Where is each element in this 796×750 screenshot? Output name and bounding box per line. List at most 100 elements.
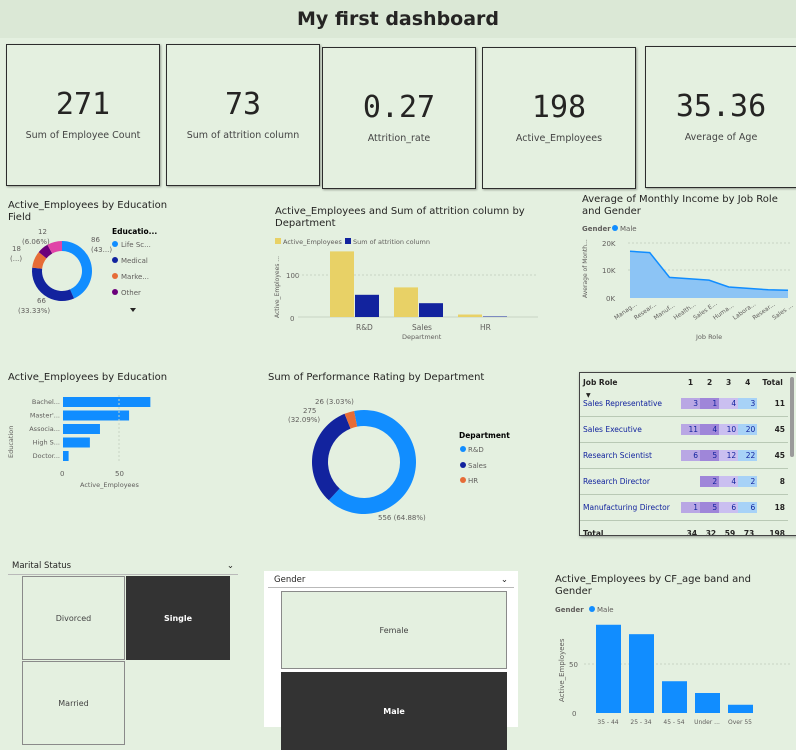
row-total[interactable]: 45 xyxy=(757,417,788,443)
donut-slices[interactable] xyxy=(32,241,92,301)
table-row[interactable]: Manufacturing Director156618 xyxy=(580,495,788,521)
column-header[interactable]: 4 xyxy=(738,373,757,391)
bar[interactable] xyxy=(419,303,443,317)
donut-slice[interactable] xyxy=(313,401,425,521)
chart-education-bars[interactable]: Education Bachel...Master'...Associa...H… xyxy=(4,392,174,492)
matrix-cell[interactable]: 20 xyxy=(738,417,757,443)
legend-item[interactable]: Life Sc... xyxy=(121,241,151,249)
matrix-cell[interactable]: 2 xyxy=(700,469,719,495)
kpi-card-attrition[interactable]: 73 Sum of attrition column xyxy=(166,44,320,186)
matrix-cell[interactable]: 11 xyxy=(681,417,700,443)
chart-monthly-income-area[interactable]: Gender Male Average of Month... 20K 10K … xyxy=(578,222,794,344)
matrix-cell[interactable]: 10 xyxy=(719,417,738,443)
row-total[interactable]: 198 xyxy=(757,521,788,537)
matrix-cell[interactable]: 6 xyxy=(681,443,700,469)
slicer-option-female[interactable]: Female xyxy=(281,591,507,669)
matrix-cell[interactable] xyxy=(681,469,700,495)
slicer-header[interactable]: Gender ⌄ xyxy=(268,573,514,588)
legend-item[interactable]: HR xyxy=(468,477,478,485)
bar[interactable] xyxy=(63,397,150,407)
row-total[interactable]: 8 xyxy=(757,469,788,495)
matrix-cell[interactable]: 4 xyxy=(719,469,738,495)
donut-slice[interactable] xyxy=(32,268,74,301)
bar[interactable] xyxy=(394,287,418,317)
matrix-cell[interactable]: 59 xyxy=(719,521,738,537)
table-row[interactable]: Research Scientist65122245 xyxy=(580,443,788,469)
matrix-cell[interactable]: 3 xyxy=(681,391,700,417)
bar[interactable] xyxy=(728,705,753,713)
row-header[interactable]: Sales Representative xyxy=(580,391,681,417)
legend-scroll-down-icon[interactable] xyxy=(130,308,136,312)
table-row[interactable]: Sales Executive114102045 xyxy=(580,417,788,443)
legend-item[interactable]: Sum of attrition column xyxy=(353,238,430,246)
kpi-card-attrition-rate[interactable]: 0.27 Attrition_rate xyxy=(322,47,476,189)
legend-item[interactable]: Other xyxy=(121,289,141,297)
matrix-cell[interactable]: 32 xyxy=(700,521,719,537)
bar[interactable] xyxy=(63,424,100,434)
matrix-cell[interactable]: 3 xyxy=(738,391,757,417)
bar[interactable] xyxy=(63,438,90,448)
bar-group[interactable]: 35 - 4425 - 3445 - 54Under ...Over 55 xyxy=(596,625,753,726)
bar-group[interactable]: Bachel...Master'...Associa...High S...Do… xyxy=(29,397,150,461)
donut-slice[interactable] xyxy=(62,241,92,298)
column-header[interactable]: 2 xyxy=(700,373,719,391)
matrix-cell[interactable]: 2 xyxy=(738,469,757,495)
chevron-down-icon[interactable]: ⌄ xyxy=(227,561,234,574)
chart-age-band-bars[interactable]: Gender Male Active_Employees 50 0 35 - 4… xyxy=(552,602,796,727)
matrix-cell[interactable]: 1 xyxy=(700,391,719,417)
donut-slices[interactable] xyxy=(303,401,425,523)
slicer-option-divorced[interactable]: Divorced xyxy=(22,576,125,660)
marital-status-slicer[interactable]: Marital Status ⌄ Divorced Single Married xyxy=(8,561,238,727)
slicer-option-married[interactable]: Married xyxy=(22,661,125,745)
column-header[interactable]: 3 xyxy=(719,373,738,391)
row-total[interactable]: 11 xyxy=(757,391,788,417)
legend-item[interactable]: R&D xyxy=(468,446,484,454)
kpi-card-average-age[interactable]: 35.36 Average of Age xyxy=(645,46,796,188)
bar[interactable] xyxy=(662,681,687,713)
area-series-male[interactable] xyxy=(630,251,788,298)
matrix-cell[interactable]: 5 xyxy=(700,443,719,469)
gender-slicer[interactable]: Gender ⌄ Female Male xyxy=(264,571,518,727)
row-header[interactable]: Manufacturing Director xyxy=(580,495,681,521)
matrix-cell[interactable]: 6 xyxy=(719,495,738,521)
legend-item[interactable]: Active_Employees xyxy=(283,238,343,246)
sort-arrow-icon[interactable]: ▼ xyxy=(586,392,591,399)
legend-item[interactable]: Male xyxy=(620,225,637,233)
matrix-cell[interactable]: 5 xyxy=(700,495,719,521)
bar[interactable] xyxy=(629,634,654,713)
legend-item[interactable]: Medical xyxy=(121,257,148,265)
table-row[interactable]: Sales Representative314311 xyxy=(580,391,788,417)
row-header[interactable]: Sales Executive xyxy=(580,417,681,443)
legend-item[interactable]: Sales xyxy=(468,462,487,470)
bar[interactable] xyxy=(596,625,621,713)
matrix-cell[interactable]: 34 xyxy=(681,521,700,537)
row-header[interactable]: Total xyxy=(580,521,681,537)
chart-education-field-donut[interactable]: 12 (6.06%) 18 (...) 86 (43...) 66 (33.33… xyxy=(0,224,180,324)
column-header[interactable]: 1 xyxy=(681,373,700,391)
chart-department-bars[interactable]: Active_Employees Sum of attrition column… xyxy=(270,233,550,345)
row-header[interactable]: Research Scientist xyxy=(580,443,681,469)
row-total[interactable]: 45 xyxy=(757,443,788,469)
bar[interactable] xyxy=(63,451,69,461)
table-row[interactable]: Research Director2428 xyxy=(580,469,788,495)
bar-group[interactable] xyxy=(330,251,507,317)
matrix-total-row[interactable]: Total34325973198 xyxy=(580,521,788,537)
column-header-total[interactable]: Total xyxy=(757,373,788,391)
legend-item[interactable]: Marke... xyxy=(121,273,149,281)
kpi-card-active-employees[interactable]: 198 Active_Employees xyxy=(482,47,636,189)
slicer-option-single[interactable]: Single xyxy=(126,576,230,660)
matrix-cell[interactable]: 4 xyxy=(719,391,738,417)
slicer-option-male[interactable]: Male xyxy=(281,672,507,750)
bar[interactable] xyxy=(330,251,354,317)
matrix-scrollbar[interactable] xyxy=(790,377,794,457)
matrix-cell[interactable]: 22 xyxy=(738,443,757,469)
bar[interactable] xyxy=(355,295,379,317)
slicer-header[interactable]: Marital Status ⌄ xyxy=(8,561,238,575)
column-header-job-role[interactable]: Job Role xyxy=(580,373,681,391)
chevron-down-icon[interactable]: ⌄ xyxy=(501,575,508,585)
bar[interactable] xyxy=(695,693,720,713)
matrix-cell[interactable]: 1 xyxy=(681,495,700,521)
bar[interactable] xyxy=(458,315,482,317)
chart-performance-donut[interactable]: 26 (3.03%) 275 (32.09%) 556 (64.88%) Dep… xyxy=(270,390,560,530)
row-total[interactable]: 18 xyxy=(757,495,788,521)
